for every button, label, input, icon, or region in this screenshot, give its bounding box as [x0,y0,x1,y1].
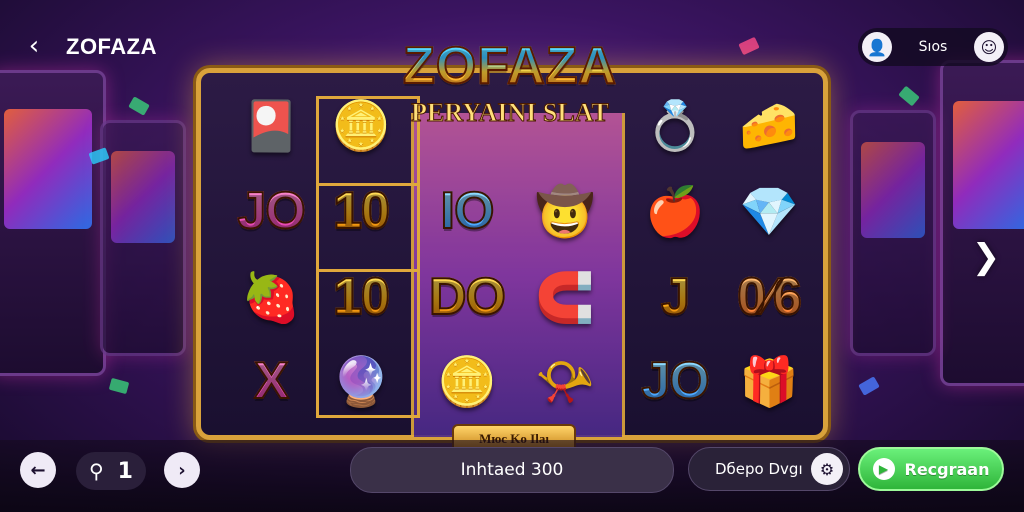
reel-symbol: 🎁 [721,339,817,423]
account-pill[interactable]: 👤 Sıos ☺ [858,28,1008,66]
confetti-piece [108,377,130,395]
gold-bar-icon: 🪙 [437,353,497,410]
reel-symbol: JO [627,339,723,423]
chevron-left-icon: ‹ [28,31,40,61]
lines-counter[interactable]: ⚲ 1 [76,452,146,490]
smiley-icon[interactable]: ☺ [973,32,1004,62]
spin-label: Recgraan [904,459,990,479]
symbol-text: IO [440,181,496,241]
reel-symbol: 📯 [517,339,613,423]
right-arcade-machine-back [850,110,936,356]
confetti-piece [858,376,880,396]
reel-symbol: 0⁄6 [721,255,817,339]
lines-value: 1 [117,458,133,484]
reel-symbol: JO [223,169,319,253]
reel-symbol: DO [419,255,515,339]
next-button[interactable]: › [164,452,200,488]
prev-button[interactable]: ← [20,452,56,488]
symbol-text: 0⁄6 [736,267,803,327]
balance-display: Inhtaed 300 [350,447,674,493]
chevron-right-icon: › [178,459,186,481]
account-value: Sıos [918,39,948,55]
reel-symbol: 🍓 [223,255,319,339]
reel-symbol: 🧀 [721,83,817,167]
chevron-right-icon: ❯ [971,237,1001,277]
reel-symbol: X [223,339,319,423]
next-game-button[interactable]: ❯ [966,230,1006,284]
left-arcade-machine [0,70,106,376]
strawberry-icon: 🍓 [241,269,301,326]
arrow-left-icon: ← [30,459,46,481]
reel-symbol: IO [419,169,515,253]
cowboy-character-icon: 🤠 [535,183,595,240]
game-logo: ZOFAZA PERYAINI SLAT [360,37,660,148]
app-title: ZOFAZA [66,34,157,59]
bet-selector[interactable]: Dберо Dvgı ⚙ [688,447,850,491]
cheese-wedge-icon: 🧀 [739,97,799,154]
confetti-piece [128,96,150,116]
left-arcade-machine-back [100,120,186,356]
reel-symbol: 🤠 [517,169,613,253]
gift-box-icon: 🎁 [739,353,799,410]
symbol-text: JO [640,351,710,411]
spin-button[interactable]: ▶ Recgraan [858,447,1004,491]
back-button[interactable]: ‹ [18,30,50,62]
reel-symbol: 💎 [721,169,817,253]
bet-label: Dберо Dvgı [715,460,803,478]
reel-symbol: 🧲 [517,255,613,339]
play-icon: ▶ [872,458,895,480]
reel-symbol: 🍎 [627,169,723,253]
symbol-text: J [660,267,691,327]
apple-icon: 🍎 [645,183,705,240]
golden-horn-icon: 📯 [535,353,595,410]
golden-horseshoe-icon: 🧲 [535,269,595,326]
right-arcade-machine [940,60,1024,386]
confetti-piece [738,36,760,56]
settings-icon[interactable]: ⚙ [811,453,843,485]
blue-gem-icon: 💎 [739,183,799,240]
reel-symbol: 🪙 [419,339,515,423]
symbol-text: X [253,351,290,411]
logo-title: ZOFAZA [360,37,660,95]
reel-symbol: J [627,255,723,339]
symbol-text: JO [236,181,306,241]
symbol-text: DO [428,267,507,327]
ticket-card-icon: 🎴 [241,97,301,154]
confetti-piece [898,85,920,107]
logo-subtitle: PERYAINI SLAT [411,98,610,128]
user-icon[interactable]: 👤 [862,32,892,62]
key-icon: ⚲ [89,459,104,483]
reel-symbol: 🎴 [223,83,319,167]
